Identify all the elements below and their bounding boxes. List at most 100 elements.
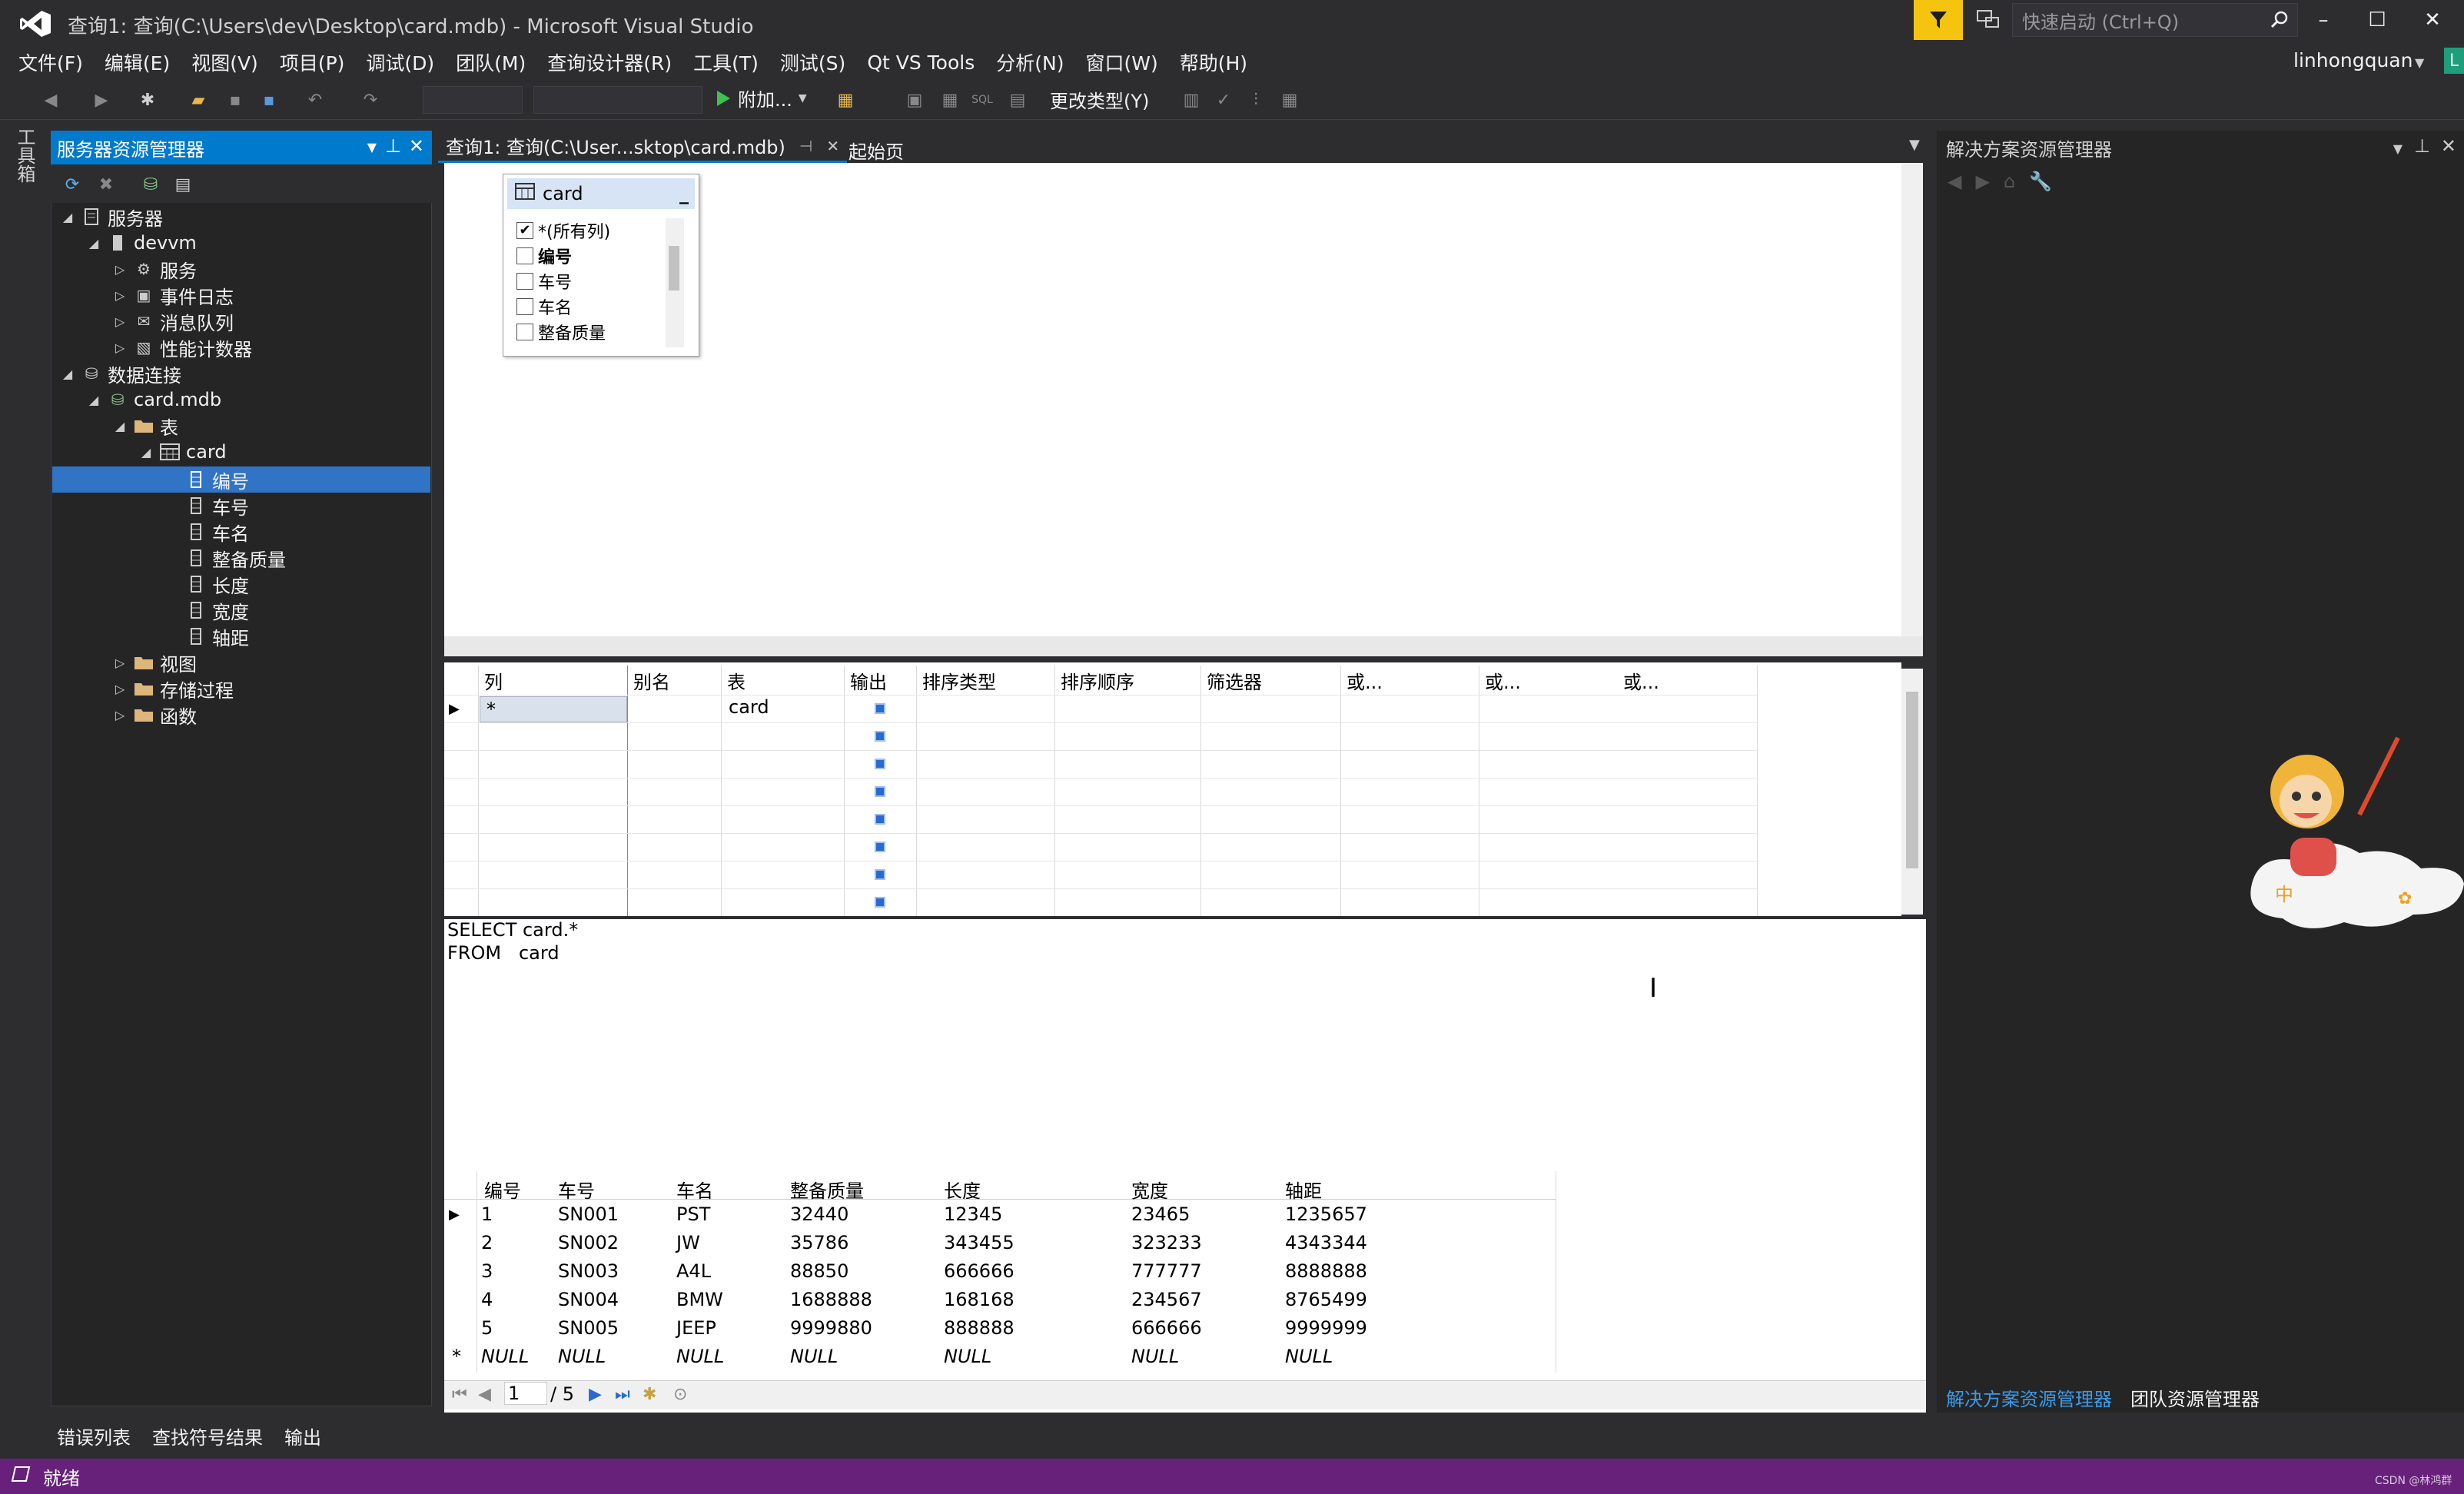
table-cell[interactable]: JEEP	[676, 1317, 716, 1339]
expand-arrow-icon[interactable]: ◢	[112, 419, 128, 433]
table-cell[interactable]: 5	[481, 1317, 493, 1339]
results-header-car-no[interactable]: 车号	[558, 1176, 595, 1203]
scrollbar-thumb[interactable]	[669, 246, 679, 290]
close-tab-icon[interactable]: ✕	[826, 137, 839, 155]
table-cell[interactable]: 8888888	[1285, 1260, 1367, 1282]
output-checkbox[interactable]	[875, 869, 885, 880]
column-checkbox[interactable]	[516, 324, 533, 340]
output-checkbox[interactable]	[875, 731, 885, 742]
chevron-down-icon[interactable]: ▼	[2393, 141, 2403, 156]
expand-arrow-icon[interactable]: ◢	[86, 393, 101, 407]
save-icon[interactable]: ▪	[224, 89, 246, 111]
menu-qt-vs-tools[interactable]: Qt VS Tools	[856, 51, 985, 74]
collapse-arrow-icon[interactable]: ▷	[112, 262, 128, 277]
table-cell[interactable]: 1	[481, 1204, 493, 1225]
menu-edit[interactable]: 编辑(E)	[94, 48, 181, 76]
search-icon[interactable]	[2270, 10, 2290, 35]
add-derived-table-icon[interactable]: ▦	[1279, 89, 1300, 111]
diagram-vertical-scrollbar[interactable]	[1901, 163, 1923, 636]
menu-query-designer[interactable]: 查询设计器(R)	[536, 48, 682, 76]
refresh-icon[interactable]: ⟳	[61, 174, 83, 195]
table-cell[interactable]: 8765499	[1285, 1289, 1367, 1310]
output-checkbox[interactable]	[875, 703, 885, 714]
tab-query1[interactable]: 查询1: 查询(C:\User...sktop\card.mdb) ⊣ ✕	[438, 131, 848, 163]
undo-icon[interactable]: ↶	[304, 89, 326, 111]
change-type-button[interactable]: 更改类型(Y)	[1050, 86, 1149, 113]
results-header-width[interactable]: 宽度	[1131, 1176, 1168, 1203]
sql-line-from[interactable]: FROM card	[447, 942, 560, 964]
tree-item-data-connections[interactable]: ◢ ⛁ 数据连接	[60, 360, 181, 387]
table-cell[interactable]: 23465	[1131, 1204, 1190, 1225]
menu-test[interactable]: 测试(S)	[769, 48, 856, 76]
table-cell[interactable]: JW	[676, 1232, 700, 1253]
forward-icon[interactable]: ▶	[1975, 171, 1989, 192]
tree-item-tables[interactable]: ◢ 表	[112, 413, 178, 439]
close-window-button[interactable]: ✕	[2407, 3, 2458, 37]
redo-icon[interactable]: ↷	[360, 89, 381, 111]
output-checkbox[interactable]	[875, 897, 885, 908]
output-checkbox[interactable]	[875, 759, 885, 769]
table-cell[interactable]: 666666	[1131, 1317, 1202, 1339]
criteria-table-value[interactable]: card	[729, 696, 769, 718]
tab-team-explorer[interactable]: 团队资源管理器	[2130, 1384, 2260, 1411]
table-cell[interactable]: 234567	[1131, 1289, 1202, 1310]
column-checkbox[interactable]	[516, 273, 533, 290]
minimize-table-icon[interactable]: _	[679, 183, 689, 204]
tab-overflow-chevron-icon[interactable]: ▼	[1909, 137, 1920, 153]
home-icon[interactable]: ⌂	[2004, 171, 2015, 192]
collapse-arrow-icon[interactable]: ▷	[112, 288, 128, 303]
solution-config-select[interactable]	[423, 86, 523, 114]
next-record-icon[interactable]: ▶	[589, 1385, 602, 1404]
tree-item-column-id[interactable]: 编号	[180, 466, 249, 493]
maximize-button[interactable]: ☐	[2352, 3, 2403, 37]
diagram-horizontal-scrollbar[interactable]	[444, 636, 1923, 656]
diagram-column-curb-weight[interactable]: 整备质量	[516, 320, 606, 344]
tree-item-column-curb-weight[interactable]: 整备质量	[180, 545, 286, 571]
verify-sql-icon[interactable]: ✓	[1213, 89, 1234, 111]
save-all-icon[interactable]: ▪	[258, 89, 280, 111]
visual-studio-logo-icon[interactable]	[18, 9, 52, 38]
tab-find-symbol-results[interactable]: 查找符号结果	[141, 1419, 274, 1452]
pin-icon[interactable]: ⊣	[799, 137, 812, 155]
open-file-icon[interactable]: ▰	[188, 89, 209, 111]
criteria-vertical-scrollbar[interactable]	[1901, 669, 1923, 915]
criteria-cell-column[interactable]: *	[480, 696, 627, 722]
table-cell[interactable]: 666666	[944, 1260, 1014, 1282]
notification-flag-icon[interactable]	[1914, 0, 1963, 40]
tree-item-perf-counter[interactable]: ▷ ▧ 性能计数器	[112, 334, 252, 360]
table-cell[interactable]: 12345	[944, 1204, 1002, 1225]
table-cell[interactable]: 888888	[944, 1317, 1014, 1339]
tab-error-list[interactable]: 错误列表	[46, 1419, 141, 1452]
output-checkbox[interactable]	[875, 786, 885, 797]
tab-output[interactable]: 输出	[274, 1419, 332, 1452]
tree-item-devvm[interactable]: ◢ devvm	[86, 230, 197, 256]
last-record-icon[interactable]: ⏭	[615, 1385, 630, 1404]
collapse-arrow-icon[interactable]: ▷	[112, 314, 128, 329]
results-header-id[interactable]: 编号	[484, 1176, 521, 1203]
table-cell[interactable]: SN005	[558, 1317, 619, 1339]
group-by-icon[interactable]: ⫶	[1245, 89, 1267, 111]
tree-item-card-mdb[interactable]: ◢ ⛁ card.mdb	[86, 387, 221, 413]
column-checkbox[interactable]: ✔	[516, 222, 533, 239]
forward-icon[interactable]: ▶	[91, 89, 112, 111]
pin-icon[interactable]: ⊥	[385, 135, 401, 157]
menu-analyze[interactable]: 分析(N)	[985, 48, 1074, 76]
pin-icon[interactable]: ⊥	[2414, 135, 2430, 157]
sql-pane[interactable]	[444, 919, 1926, 1170]
results-header-car-name[interactable]: 车名	[676, 1176, 713, 1203]
expand-arrow-icon[interactable]: ◢	[60, 367, 75, 381]
tree-item-services[interactable]: ▷ ⚙ 服务	[112, 256, 197, 282]
close-icon[interactable]: ✕	[2441, 135, 2456, 157]
show-results-icon[interactable]: ▤	[1007, 89, 1028, 111]
table-cell[interactable]: PST	[676, 1204, 710, 1225]
quick-launch-input[interactable]: 快速启动 (Ctrl+Q)	[2012, 3, 2298, 37]
table-cell[interactable]: SN001	[558, 1204, 619, 1225]
table-cell-null[interactable]: NULL	[1285, 1346, 1333, 1367]
tab-solution-explorer[interactable]: 解决方案资源管理器	[1946, 1384, 2112, 1411]
collapse-arrow-icon[interactable]: ▷	[112, 708, 128, 722]
collapse-arrow-icon[interactable]: ▷	[112, 682, 128, 696]
tree-item-column-car-name[interactable]: 车名	[180, 519, 249, 545]
menu-project[interactable]: 项目(P)	[269, 48, 356, 76]
connect-database-icon[interactable]: ⛁	[140, 174, 161, 195]
user-account-name[interactable]: linhongquan	[2293, 49, 2413, 71]
